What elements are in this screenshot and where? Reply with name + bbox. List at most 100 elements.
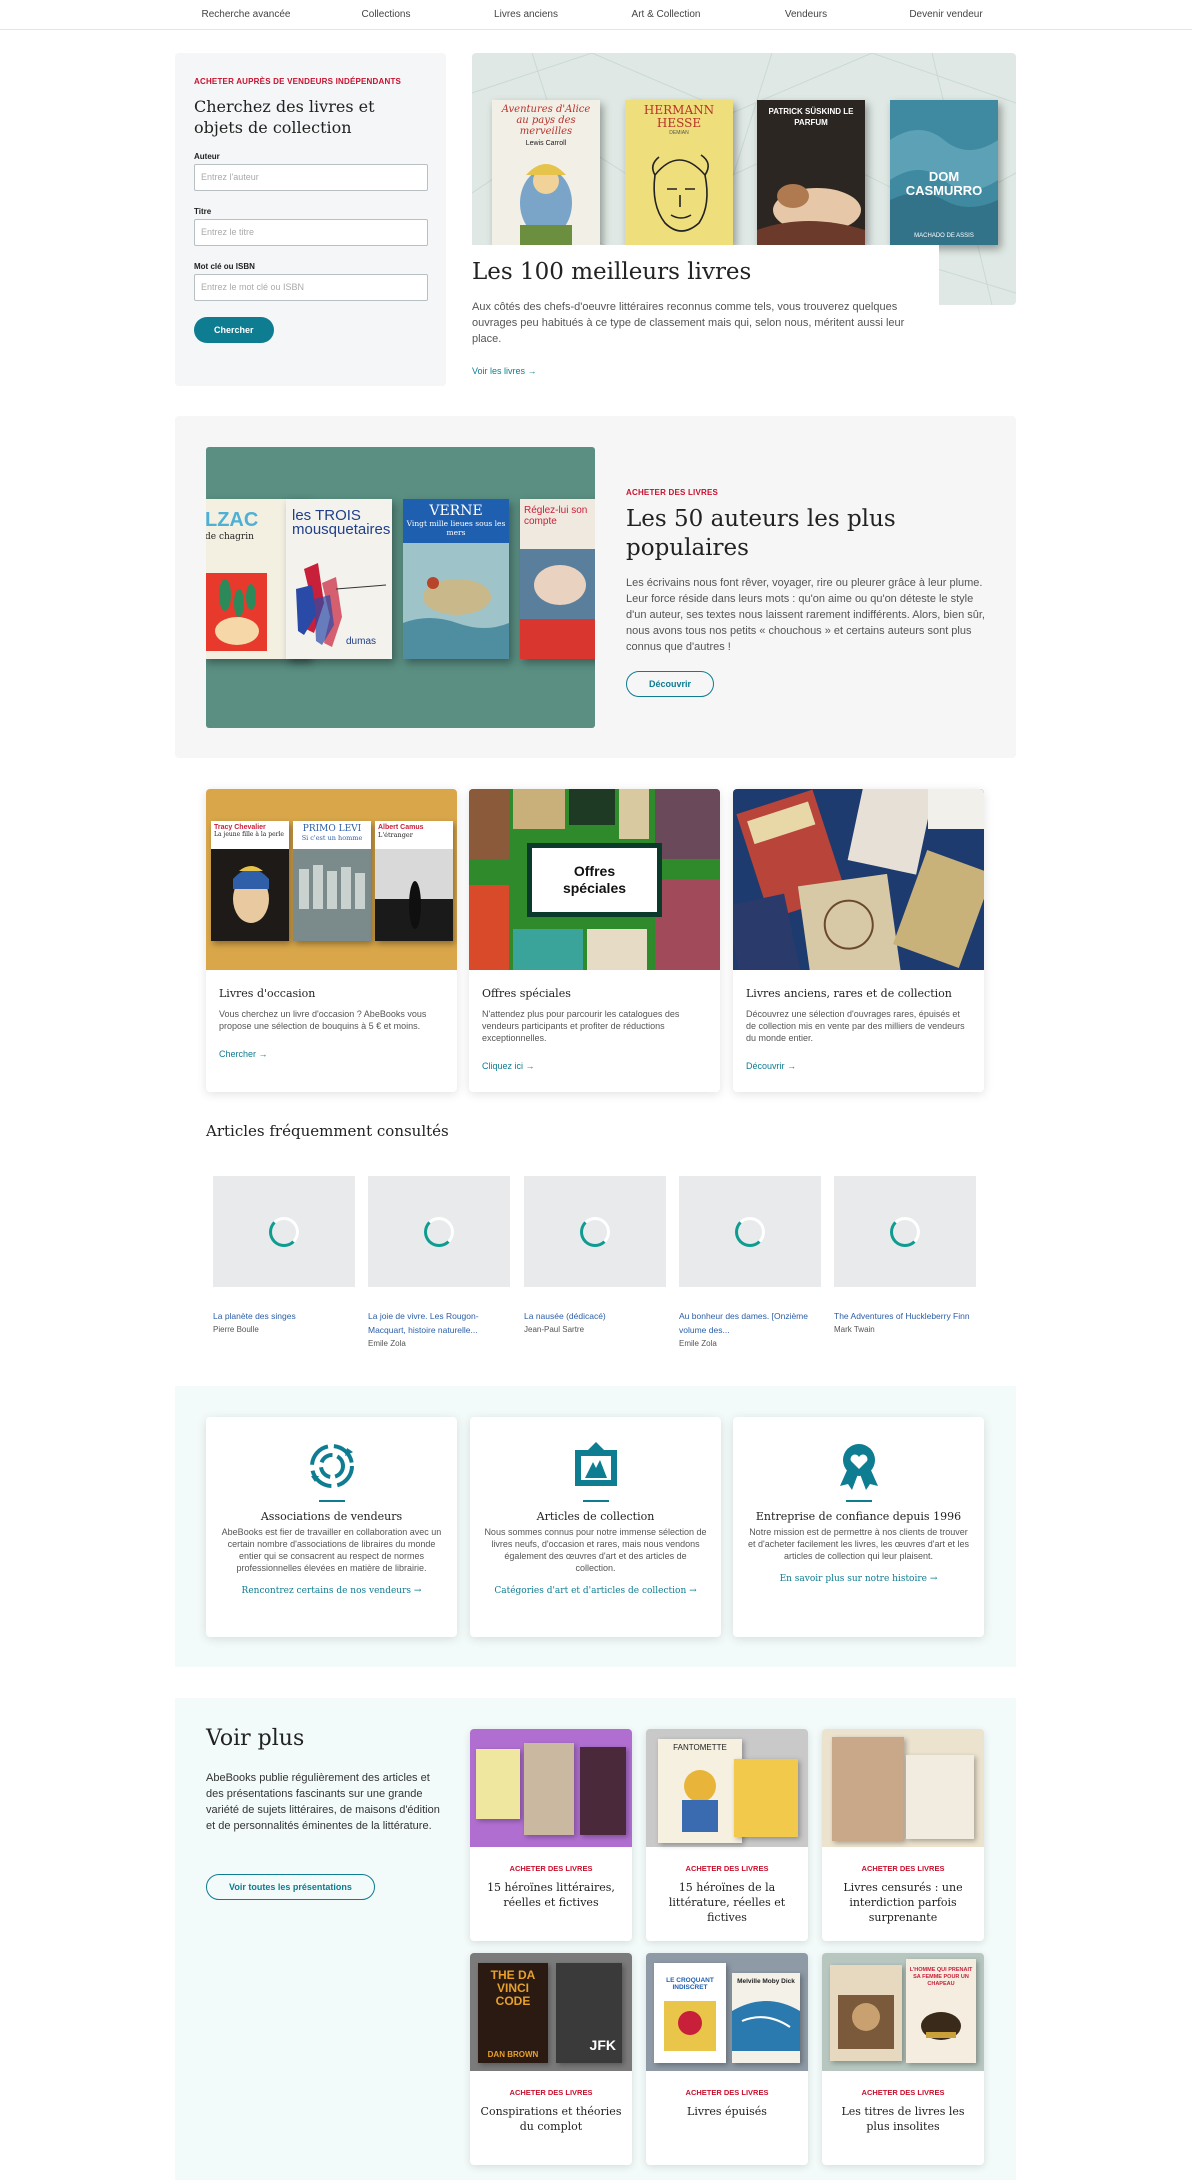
book-verne: VERNE Vingt mille lieues sous les mers xyxy=(403,499,509,659)
item-title[interactable]: La joie de vivre. Les Rougon-Macquart, h… xyxy=(368,1309,510,1337)
article-card[interactable]: FANTOMETTE ACHETER DES LIVRES 15 héroïne… xyxy=(646,1729,808,1941)
loading-spinner-icon xyxy=(424,1216,454,1247)
item-title[interactable]: La nausée (dédicacé) xyxy=(524,1309,666,1323)
arrow-right-icon: → xyxy=(527,366,537,376)
arrow-right-icon: → xyxy=(525,1061,535,1071)
item-title[interactable]: Au bonheur des dames. [Onzième volume de… xyxy=(679,1309,821,1337)
arrow-right-icon: → xyxy=(929,1574,938,1584)
item-author: Emile Zola xyxy=(368,1339,406,1348)
hero-link[interactable]: Voir les livres → xyxy=(472,366,537,376)
hero-text: Aux côtés des chefs-d'oeuvre littéraires… xyxy=(472,301,905,345)
article-card[interactable]: LE CROQUANT INDISCRET Melville Moby Dick… xyxy=(646,1953,808,2165)
item-image-placeholder xyxy=(834,1176,976,1287)
loading-spinner-icon xyxy=(580,1216,610,1247)
frequent-title: Articles fréquemment consultés xyxy=(206,1122,449,1140)
article-title: Livres censurés : une interdiction parfo… xyxy=(843,1881,963,1924)
nav-art-collectibles[interactable]: Art & Collection xyxy=(596,0,736,29)
book-reglez-lui: Réglez-lui son compte xyxy=(520,499,595,659)
loading-spinner-icon xyxy=(269,1216,299,1247)
item-title[interactable]: The Adventures of Huckleberry Finn xyxy=(834,1309,976,1323)
feature-trust: Entreprise de confiance depuis 1996 Notr… xyxy=(733,1417,984,1637)
loading-spinner-icon xyxy=(735,1216,765,1247)
used-books-link[interactable]: Chercher → xyxy=(219,1049,268,1059)
feature-sellers-link[interactable]: Rencontrez certains de nos vendeurs → xyxy=(242,1586,422,1596)
article-eyebrow: ACHETER DES LIVRES xyxy=(861,1864,945,1873)
keyword-input[interactable]: Entrez le mot clé ou ISBN xyxy=(194,274,428,301)
feature-collectibles-link[interactable]: Catégories d'art et d'articles de collec… xyxy=(494,1586,696,1596)
hero-card: Les 100 meilleurs livres Aux côtés des c… xyxy=(472,245,939,395)
card-used-books[interactable]: Tracy Chevalier La jeune fille à la perl… xyxy=(206,789,457,1092)
nav-become-seller[interactable]: Devenir vendeur xyxy=(876,0,1016,29)
book-suskind: PATRICK SÜSKIND LE PARFUM xyxy=(757,100,865,245)
item-author: Jean-Paul Sartre xyxy=(524,1325,585,1334)
feature-trust-text: Notre mission est de permettre à nos cli… xyxy=(747,1527,970,1561)
keyword-label: Mot clé ou ISBN xyxy=(194,262,255,271)
nav-collections[interactable]: Collections xyxy=(316,0,456,29)
rare-books-image xyxy=(733,789,984,970)
feature-collectibles-title: Articles de collection xyxy=(536,1510,655,1523)
article-eyebrow: ACHETER DES LIVRES xyxy=(509,1864,593,1873)
arrow-right-icon: → xyxy=(413,1586,422,1596)
article-card[interactable]: THE DA VINCI CODE DAN BROWN JFK ACHETER … xyxy=(470,1953,632,2165)
special-offers-image: Offres spéciales xyxy=(469,789,720,970)
nav-sellers[interactable]: Vendeurs xyxy=(736,0,876,29)
nav-advanced-search[interactable]: Recherche avancée xyxy=(176,0,316,29)
special-offers-link[interactable]: Cliquez ici → xyxy=(482,1061,535,1071)
item-image-placeholder xyxy=(213,1176,355,1287)
see-more-section: Voir plus AbeBooks publie régulièrement … xyxy=(175,1698,1016,2180)
see-all-presentations-button[interactable]: Voir toutes les présentations xyxy=(206,1874,375,1900)
authors-discover-button[interactable]: Découvrir xyxy=(626,671,715,697)
feature-trust-link[interactable]: En savoir plus sur notre histoire → xyxy=(780,1574,938,1584)
frequent-item[interactable]: Au bonheur des dames. [Onzième volume de… xyxy=(679,1176,821,1351)
author-input[interactable]: Entrez l'auteur xyxy=(194,164,428,191)
article-eyebrow: ACHETER DES LIVRES xyxy=(861,2088,945,2097)
article-card[interactable]: L'HOMME QUI PRENAIT SA FEMME POUR UN CHA… xyxy=(822,1953,984,2165)
book-dom-casmurro: DOM CASMURRO MACHADO DE ASSIS xyxy=(890,100,998,245)
art-frame-icon xyxy=(484,1442,707,1490)
authors-section: LZAC de chagrin les TROIS mousquetaires … xyxy=(175,416,1016,758)
card-special-offers[interactable]: Offres spéciales Offres spéciales N'atte… xyxy=(469,789,720,1092)
feature-sellers-text: AbeBooks est fier de travailler en colla… xyxy=(221,1527,442,1573)
item-author: Mark Twain xyxy=(834,1325,875,1334)
frequent-item[interactable]: La joie de vivre. Les Rougon-Macquart, h… xyxy=(368,1176,510,1351)
rare-books-text: Découvrez une sélection d'ouvrages rares… xyxy=(746,1009,965,1043)
article-eyebrow: ACHETER DES LIVRES xyxy=(685,1864,769,1873)
item-author: Emile Zola xyxy=(679,1339,717,1348)
nav-rare-books[interactable]: Livres anciens xyxy=(456,0,596,29)
frequent-item[interactable]: The Adventures of Huckleberry Finn Mark … xyxy=(834,1176,976,1337)
feature-sellers: Associations de vendeurs AbeBooks est fi… xyxy=(206,1417,457,1637)
item-image-placeholder xyxy=(368,1176,510,1287)
article-image xyxy=(822,1729,984,1847)
title-input[interactable]: Entrez le titre xyxy=(194,219,428,246)
search-eyebrow: ACHETER AUPRÈS DE VENDEURS INDÉPENDANTS xyxy=(194,77,402,86)
item-image-placeholder xyxy=(679,1176,821,1287)
search-title: Cherchez des livres et objets de collect… xyxy=(194,97,375,137)
author-label: Auteur xyxy=(194,152,220,161)
item-author: Pierre Boulle xyxy=(213,1325,259,1334)
used-books-image: Tracy Chevalier La jeune fille à la perl… xyxy=(206,789,457,970)
article-title: 15 héroïnes littéraires, réelles et fict… xyxy=(487,1881,615,1909)
article-image xyxy=(470,1729,632,1847)
feature-sellers-title: Associations de vendeurs xyxy=(260,1510,403,1523)
article-card[interactable]: ACHETER DES LIVRES Livres censurés : une… xyxy=(822,1729,984,1941)
book-alice: Aventures d'Alice au pays des merveilles… xyxy=(492,100,600,245)
authors-text-block: ACHETER DES LIVRES Les 50 auteurs les pl… xyxy=(626,488,986,697)
hero-title: Les 100 meilleurs livres xyxy=(472,259,752,285)
frequent-item[interactable]: La planète des singes Pierre Boulle xyxy=(213,1176,355,1337)
book-trois-mousquetaires: les TROIS mousquetaires dumas xyxy=(286,499,392,659)
article-eyebrow: ACHETER DES LIVRES xyxy=(685,2088,769,2097)
frequent-item[interactable]: La nausée (dédicacé) Jean-Paul Sartre xyxy=(524,1176,666,1337)
card-rare-books[interactable]: Livres anciens, rares et de collection D… xyxy=(733,789,984,1092)
article-eyebrow: ACHETER DES LIVRES xyxy=(509,2088,593,2097)
search-button[interactable]: Chercher xyxy=(194,317,274,343)
title-label: Titre xyxy=(194,207,212,216)
rare-books-link[interactable]: Découvrir → xyxy=(746,1061,796,1071)
arrow-right-icon: → xyxy=(258,1049,268,1059)
article-title: Conspirations et théories du complot xyxy=(480,2105,622,2133)
recycle-icon xyxy=(220,1442,443,1490)
hero-section: ACHETER AUPRÈS DE VENDEURS INDÉPENDANTS … xyxy=(175,53,1016,395)
item-title[interactable]: La planète des singes xyxy=(213,1309,355,1323)
special-offers-overlay: Offres spéciales xyxy=(532,848,657,912)
article-card[interactable]: ACHETER DES LIVRES 15 héroïnes littérair… xyxy=(470,1729,632,1941)
arrow-right-icon: → xyxy=(689,1586,697,1596)
